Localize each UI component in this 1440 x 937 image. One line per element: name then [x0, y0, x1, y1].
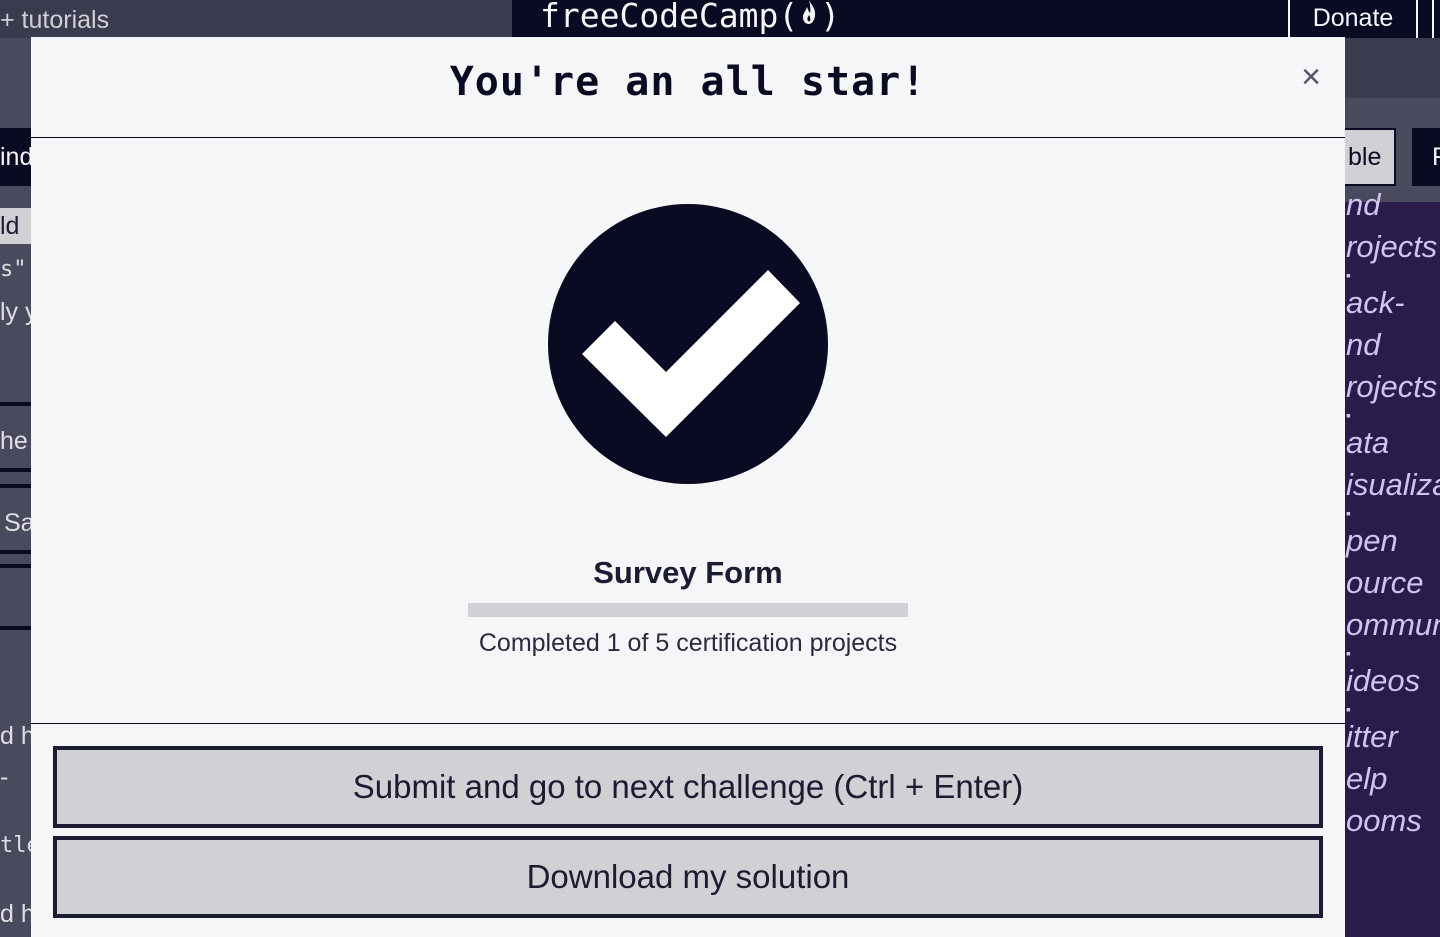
bullet: ▪ — [1346, 645, 1351, 661]
bg-fragment: ld — [0, 208, 34, 244]
preview-links: nd rojects ▪ ack- nd rojects ▪ ata isual… — [1346, 184, 1440, 842]
close-icon[interactable]: × — [1293, 59, 1329, 95]
preview-link[interactable]: ata — [1346, 422, 1440, 464]
progress-bar-fill — [468, 603, 556, 617]
preview-button[interactable]: F — [1412, 128, 1440, 186]
preview-link[interactable]: ideos — [1346, 660, 1440, 702]
modal-title: You're an all star! — [449, 59, 927, 105]
logo-text: freeCodeCamp — [540, 0, 779, 35]
menu-button[interactable] — [1432, 0, 1440, 40]
preview-link[interactable]: ource — [1346, 562, 1440, 604]
checkmark-circle-icon — [548, 204, 828, 484]
bullet: ▪ — [1346, 407, 1351, 423]
logo-paren-close: ) — [820, 0, 841, 35]
bg-fragment: s": — [0, 257, 34, 282]
preview-link[interactable]: nd — [1346, 184, 1440, 226]
console-button[interactable]: ble — [1342, 128, 1396, 186]
top-navigation: + tutorials freeCodeCamp() Donate — [0, 0, 1440, 40]
preview-link[interactable]: ooms — [1346, 800, 1440, 842]
bullet: ▪ — [1346, 267, 1351, 283]
download-solution-button[interactable]: Download my solution — [53, 836, 1323, 918]
logo-paren-open: ( — [778, 0, 799, 35]
preview-link[interactable]: rojects — [1346, 366, 1440, 408]
bg-fragment: d h — [0, 722, 34, 750]
preview-link[interactable]: rojects — [1346, 226, 1440, 268]
bg-fragment: ly y — [0, 298, 34, 326]
bg-fragment: he — [0, 402, 34, 472]
bg-fragment: - — [0, 763, 9, 791]
progress-bar — [468, 603, 908, 617]
preview-panel-background: ble F nd rojects ▪ ack- nd rojects ▪ ata… — [1342, 38, 1440, 937]
completion-modal: You're an all star! × Survey Form Comple… — [31, 37, 1345, 937]
preview-link[interactable]: elp — [1346, 758, 1440, 800]
bullet: ▪ — [1346, 701, 1351, 717]
preview-link[interactable]: itter — [1346, 716, 1440, 758]
preview-link[interactable]: pen — [1346, 520, 1440, 562]
modal-divider — [31, 723, 1345, 724]
toolbar-background — [1342, 38, 1440, 98]
submit-next-challenge-button[interactable]: Submit and go to next challenge (Ctrl + … — [53, 746, 1323, 828]
bullet: ▪ — [1346, 505, 1351, 521]
preview-link[interactable]: nd — [1346, 324, 1440, 366]
progress-text: Completed 1 of 5 certification projects — [478, 629, 898, 657]
preview-link[interactable]: ack- — [1346, 282, 1440, 324]
search-bar[interactable]: + tutorials — [0, 0, 512, 38]
bg-fragment: ind — [0, 128, 34, 186]
preview-link[interactable]: isualiza — [1346, 464, 1440, 506]
fcc-logo[interactable]: freeCodeCamp() — [540, 0, 840, 35]
project-title: Survey Form — [593, 555, 783, 590]
bg-fragment: d h — [0, 900, 34, 928]
editor-panel-background: ind ld s": ly y he Sa d h - tle d h — [0, 38, 34, 937]
preview-link[interactable]: ommun — [1346, 604, 1440, 646]
flame-icon — [798, 0, 820, 35]
bg-fragment: tle — [0, 833, 34, 858]
modal-header: You're an all star! × — [31, 37, 1345, 138]
bg-fragment — [0, 564, 34, 630]
bg-fragment: Sa — [0, 484, 34, 554]
donate-button[interactable]: Donate — [1288, 0, 1418, 40]
